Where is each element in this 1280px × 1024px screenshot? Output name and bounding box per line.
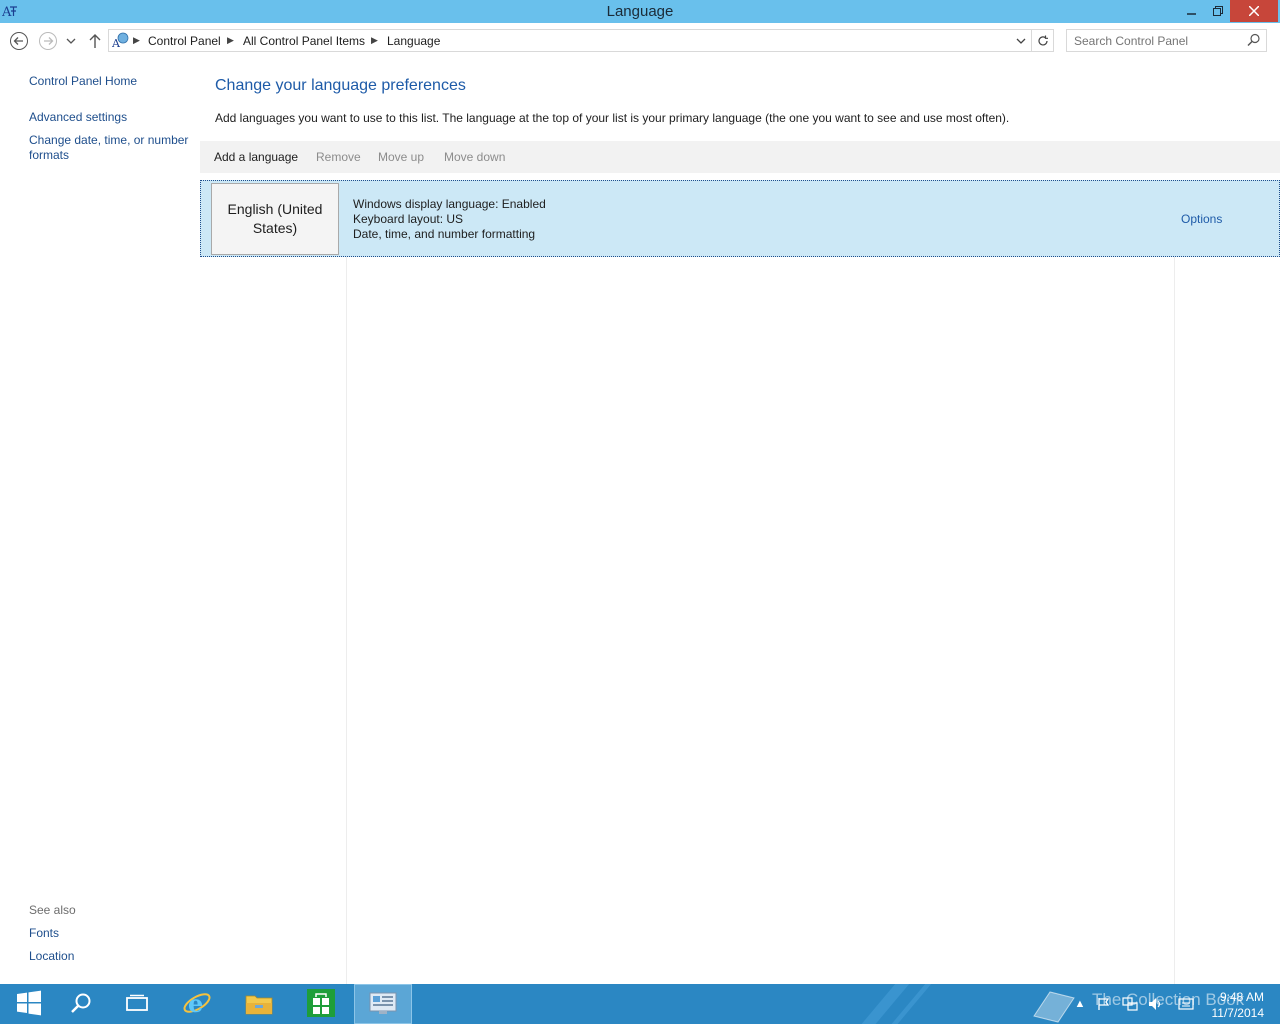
- keyboard-input-icon[interactable]: [1178, 996, 1194, 1012]
- task-view-button[interactable]: [108, 984, 166, 1024]
- address-history-dropdown[interactable]: [1013, 32, 1029, 49]
- system-clock[interactable]: 9:48 AM 11/7/2014: [1206, 989, 1265, 1021]
- task-view-icon: [125, 993, 149, 1016]
- display-language-status: Windows display language: Enabled: [353, 197, 546, 211]
- recent-locations-dropdown[interactable]: [64, 31, 78, 51]
- up-button[interactable]: [85, 31, 105, 51]
- see-also-label: See also: [29, 903, 76, 917]
- internet-explorer-icon: e: [182, 988, 212, 1021]
- breadcrumb-all-items[interactable]: All Control Panel Items: [243, 34, 365, 48]
- breadcrumb-control-panel[interactable]: Control Panel: [148, 34, 221, 48]
- internet-explorer-button[interactable]: e: [168, 984, 226, 1024]
- store-button[interactable]: [292, 984, 350, 1024]
- advanced-settings-link[interactable]: Advanced settings: [29, 110, 127, 124]
- refresh-button[interactable]: [1031, 30, 1053, 51]
- show-hidden-icons-icon[interactable]: ▲: [1072, 996, 1088, 1012]
- action-center-flag-icon[interactable]: [1096, 996, 1112, 1012]
- network-icon[interactable]: [1122, 996, 1138, 1012]
- start-button[interactable]: [0, 984, 58, 1024]
- formatting-status: Date, time, and number formatting: [353, 227, 536, 241]
- start-icon: [16, 990, 42, 1019]
- page-title: Change your language preferences: [215, 77, 466, 94]
- move-up-button[interactable]: Move up: [378, 150, 424, 164]
- language-list-item[interactable]: English (United States) Windows display …: [200, 180, 1280, 257]
- address-bar[interactable]: A ▶ Control Panel ▶ All Control Panel It…: [108, 29, 1054, 52]
- svg-text:A: A: [112, 37, 121, 49]
- back-button[interactable]: [9, 31, 29, 51]
- close-button[interactable]: [1230, 0, 1278, 22]
- column-divider: [1174, 257, 1175, 984]
- file-explorer-button[interactable]: [230, 984, 288, 1024]
- clock-time: 9:48 AM: [1219, 990, 1264, 1004]
- add-language-button[interactable]: Add a language: [214, 150, 298, 164]
- control-panel-icon: [368, 989, 398, 1020]
- search-input[interactable]: [1067, 30, 1245, 51]
- language-location-icon: A: [111, 32, 130, 50]
- page-description: Add languages you want to use to this li…: [215, 111, 1010, 125]
- clock-date: 11/7/2014: [1211, 1006, 1265, 1020]
- navigation-bar: A ▶ Control Panel ▶ All Control Panel It…: [0, 23, 1280, 59]
- move-down-button[interactable]: Move down: [444, 150, 505, 164]
- keyboard-layout-status: Keyboard layout: US: [353, 212, 464, 226]
- left-navigation-pane: Control Panel Home Advanced settings Cha…: [0, 59, 200, 984]
- search-icon: [70, 992, 92, 1017]
- search-icon[interactable]: [1247, 33, 1261, 47]
- fonts-link[interactable]: Fonts: [29, 926, 59, 940]
- window-title: Language: [606, 3, 674, 20]
- taskbar: e The Collection Book ▲ 9:48 AM 11/7/201…: [0, 984, 1280, 1024]
- search-box[interactable]: [1066, 29, 1267, 52]
- language-name-tile[interactable]: English (United States): [211, 183, 339, 255]
- change-date-time-formats-link[interactable]: Change date, time, or number formats: [29, 133, 194, 163]
- column-divider: [346, 257, 347, 984]
- control-panel-taskbar-button[interactable]: [354, 984, 412, 1024]
- breadcrumb-language[interactable]: Language: [387, 34, 440, 48]
- breadcrumb-separator-icon[interactable]: ▶: [227, 35, 234, 46]
- control-panel-home-link[interactable]: Control Panel Home: [29, 74, 137, 88]
- volume-icon[interactable]: [1148, 996, 1164, 1012]
- language-options-link[interactable]: Options: [1181, 212, 1222, 226]
- store-icon: [306, 988, 336, 1021]
- svg-text:e: e: [188, 989, 203, 1018]
- breadcrumb-separator-icon[interactable]: ▶: [133, 35, 140, 46]
- title-bar: A Language: [0, 0, 1280, 23]
- remove-button[interactable]: Remove: [316, 150, 361, 164]
- language-details: Windows display language: Enabled Keyboa…: [353, 197, 546, 242]
- forward-button[interactable]: [38, 31, 58, 51]
- minimize-button[interactable]: [1178, 0, 1206, 22]
- location-link[interactable]: Location: [29, 949, 74, 963]
- breadcrumb-separator-icon[interactable]: ▶: [371, 35, 378, 46]
- restore-button[interactable]: [1204, 0, 1232, 22]
- search-taskbar-button[interactable]: [52, 984, 110, 1024]
- file-explorer-icon: [244, 990, 274, 1019]
- language-toolbar: Add a language Remove Move up Move down: [200, 141, 1280, 173]
